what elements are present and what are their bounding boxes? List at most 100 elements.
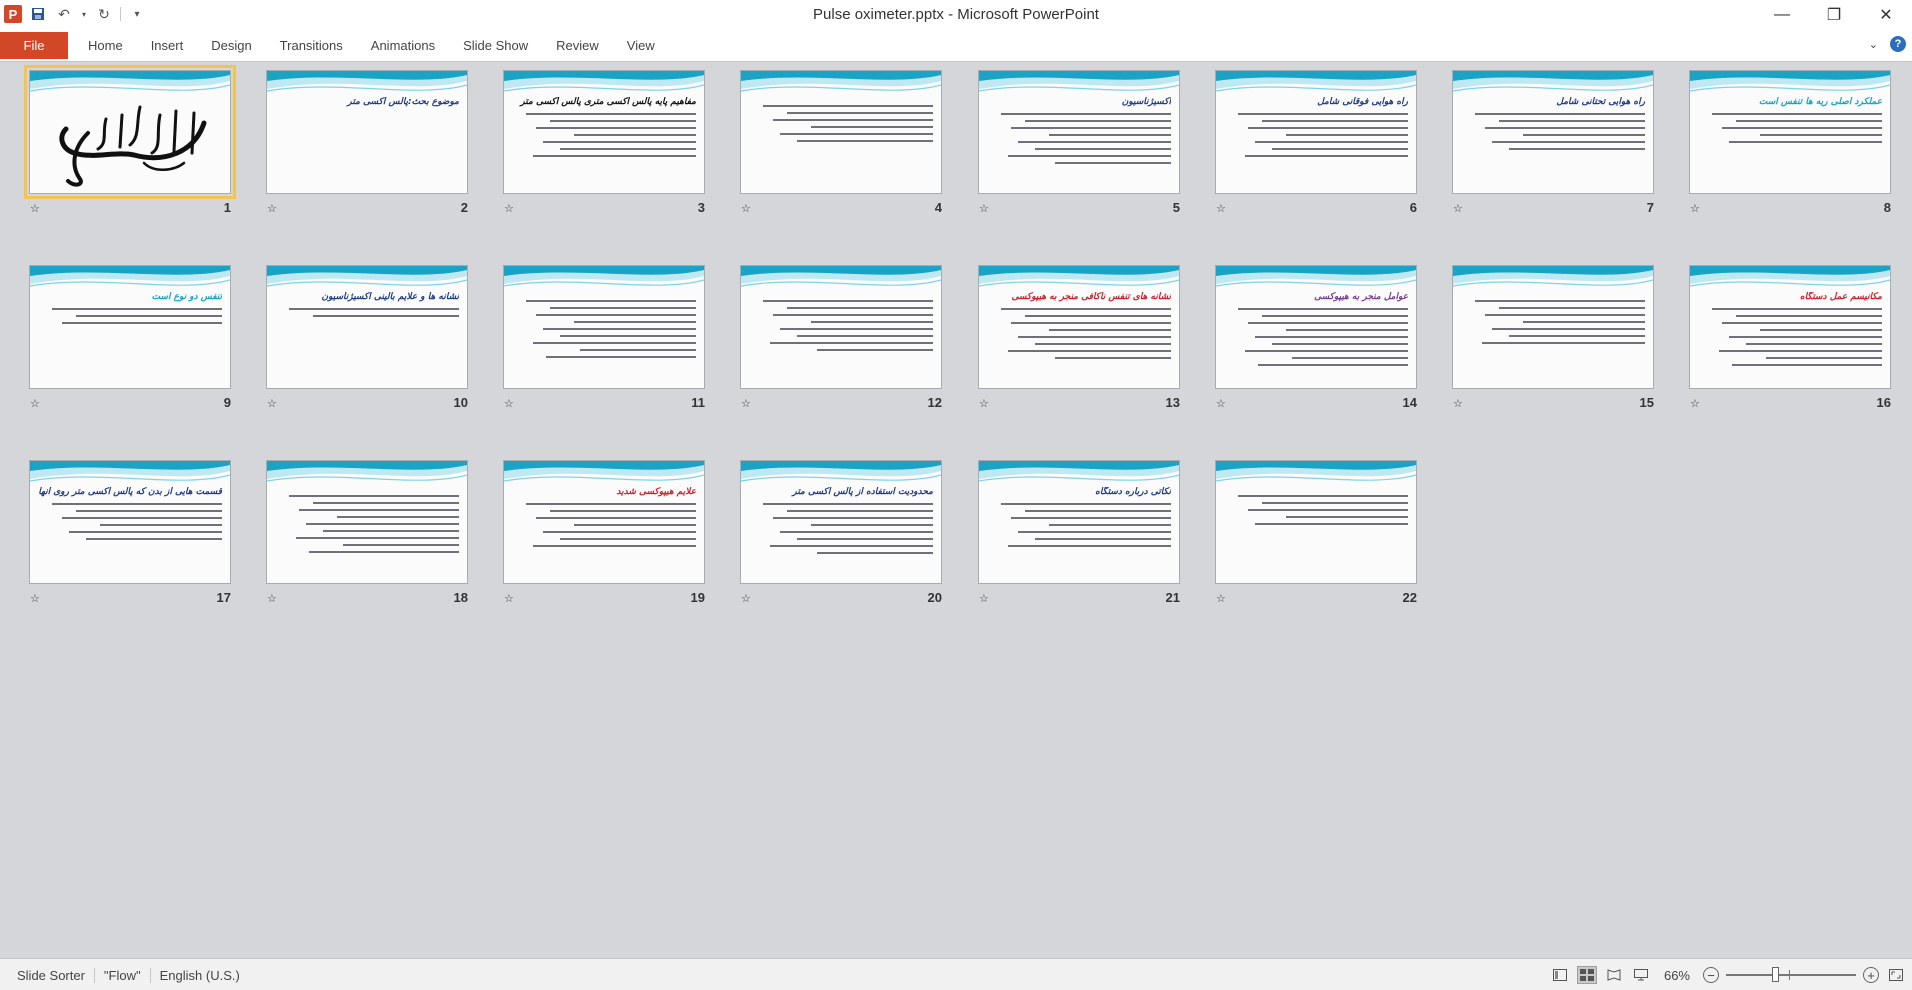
slide-thumbnail[interactable]: اکسیژناسیون [978, 70, 1180, 194]
zoom-out-icon[interactable]: − [1703, 967, 1719, 983]
slide-text-line [1481, 342, 1645, 344]
slide-thumbnail[interactable] [740, 265, 942, 389]
transition-star-icon[interactable]: ☆ [741, 202, 755, 215]
transition-star-icon[interactable]: ☆ [267, 397, 281, 410]
transition-star-icon[interactable]: ☆ [30, 202, 44, 215]
slide-number: 20 [927, 590, 942, 605]
slide-text-line [1035, 343, 1171, 345]
slide-body-text [1238, 113, 1408, 162]
normal-view-icon[interactable] [1550, 966, 1570, 984]
tab-transitions[interactable]: Transitions [266, 30, 357, 62]
slide-text-line [1048, 134, 1171, 136]
help-icon[interactable]: ? [1890, 36, 1906, 52]
transition-star-icon[interactable]: ☆ [741, 397, 755, 410]
slide-thumbnail[interactable]: قسمت هایی از بدن که پالس اکسی متر روی آن… [29, 460, 231, 584]
slide-thumbnail[interactable]: راه هوایی فوقانی شامل [1215, 70, 1417, 194]
transition-star-icon[interactable]: ☆ [504, 202, 518, 215]
slide-text-line [86, 538, 222, 540]
transition-star-icon[interactable]: ☆ [30, 397, 44, 410]
transition-star-icon[interactable]: ☆ [979, 202, 993, 215]
slide-text-line [1011, 322, 1171, 324]
slide-body-text [1001, 113, 1171, 169]
slide-wave-decoration [1216, 461, 1416, 495]
slide-sorter-view-icon[interactable] [1576, 966, 1597, 984]
slide-thumbnail[interactable]: علایم هیپوکسی شدید [503, 460, 705, 584]
slide-title: موضوع بحث:پالس اکسی متر [347, 97, 459, 107]
transition-star-icon[interactable]: ☆ [741, 592, 755, 605]
slide-text-line [1018, 336, 1171, 338]
slide-thumbnail[interactable]: راه هوایی تحتانی شامل [1452, 70, 1654, 194]
transition-star-icon[interactable]: ☆ [979, 397, 993, 410]
slide-text-line [763, 300, 933, 302]
transition-star-icon[interactable]: ☆ [267, 592, 281, 605]
slide-thumbnail[interactable]: عملکرد اصلی ریه ها تنفس است [1689, 70, 1891, 194]
slide-thumbnail[interactable]: موضوع بحث:پالس اکسی متر [266, 70, 468, 194]
tab-design[interactable]: Design [197, 30, 265, 62]
slide-text-line [99, 524, 222, 526]
transition-star-icon[interactable]: ☆ [504, 397, 518, 410]
fit-to-window-icon[interactable] [1886, 966, 1906, 984]
tab-slide-show[interactable]: Slide Show [449, 30, 542, 62]
transition-star-icon[interactable]: ☆ [979, 592, 993, 605]
slide-number: 14 [1402, 395, 1417, 410]
slide-thumbnail[interactable] [1215, 460, 1417, 584]
zoom-slider[interactable] [1726, 967, 1856, 982]
slide-text-line [769, 342, 933, 344]
slide-text-line [763, 503, 933, 505]
slide-thumbnail[interactable] [1452, 265, 1654, 389]
transition-star-icon[interactable]: ☆ [1453, 202, 1467, 215]
tab-view[interactable]: View [613, 30, 669, 62]
slide-thumbnail[interactable]: تنفس دو نوع است [29, 265, 231, 389]
slide-thumbnail[interactable] [740, 70, 942, 194]
slide-text-line [1498, 120, 1645, 122]
slide-thumbnail[interactable]: محدودیت استفاده از پالس اکسی متر [740, 460, 942, 584]
slide-text-line [797, 140, 933, 142]
slide-thumbnail[interactable] [503, 265, 705, 389]
slide-text-line [573, 524, 696, 526]
reading-view-icon[interactable] [1604, 966, 1624, 984]
slide-text-line [532, 342, 696, 344]
slide-thumbnail[interactable]: عوامل منجر به هیپوکسی [1215, 265, 1417, 389]
tab-insert[interactable]: Insert [137, 30, 198, 62]
transition-star-icon[interactable]: ☆ [1216, 592, 1230, 605]
theme-name-label[interactable]: "Flow" [95, 967, 151, 983]
transition-star-icon[interactable]: ☆ [1216, 397, 1230, 410]
transition-star-icon[interactable]: ☆ [1690, 397, 1704, 410]
transition-star-icon[interactable]: ☆ [30, 592, 44, 605]
transition-star-icon[interactable]: ☆ [1690, 202, 1704, 215]
slide-text-line [1244, 350, 1408, 352]
slide-thumbnail[interactable] [266, 460, 468, 584]
close-icon[interactable]: ✕ [1860, 0, 1912, 30]
slide-thumbnail[interactable] [24, 65, 236, 199]
zoom-level[interactable]: 66% [1658, 968, 1696, 983]
tab-review[interactable]: Review [542, 30, 613, 62]
zoom-in-icon[interactable]: + [1863, 967, 1879, 983]
language-label[interactable]: English (U.S.) [151, 968, 249, 983]
slide-text-line [323, 530, 459, 532]
slide-body-text [526, 503, 696, 552]
slide-text-line [573, 134, 696, 136]
transition-star-icon[interactable]: ☆ [1216, 202, 1230, 215]
slide-text-line [1729, 141, 1882, 143]
tab-animations[interactable]: Animations [357, 30, 449, 62]
minimize-icon[interactable]: — [1756, 0, 1808, 30]
slide-text-line [1255, 523, 1408, 525]
zoom-slider-thumb[interactable] [1772, 967, 1779, 982]
slide-thumbnail[interactable]: نشانه های تنفس ناکافی منجر به هیپوکسی [978, 265, 1180, 389]
slide-thumbnail[interactable]: نکاتی درباره دستگاه [978, 460, 1180, 584]
slide-text-line [810, 321, 933, 323]
slide-text-line [289, 495, 459, 497]
expand-ribbon-icon[interactable]: ⌄ [1869, 38, 1878, 51]
transition-star-icon[interactable]: ☆ [267, 202, 281, 215]
restore-icon[interactable]: ❐ [1808, 0, 1860, 30]
slide-thumbnail[interactable]: مکانیسم عمل دستگاه [1689, 265, 1891, 389]
slide-text-line [543, 328, 696, 330]
slide-text-line [573, 321, 696, 323]
transition-star-icon[interactable]: ☆ [1453, 397, 1467, 410]
slide-thumbnail[interactable]: نشانه ها و علایم بالینی اکسیژناسیون [266, 265, 468, 389]
file-tab[interactable]: File [0, 32, 68, 59]
slide-thumbnail[interactable]: مفاهیم پایه پالس اکسی متری پالس اکسی متر [503, 70, 705, 194]
tab-home[interactable]: Home [74, 30, 137, 62]
slide-show-icon[interactable] [1631, 966, 1651, 984]
transition-star-icon[interactable]: ☆ [504, 592, 518, 605]
